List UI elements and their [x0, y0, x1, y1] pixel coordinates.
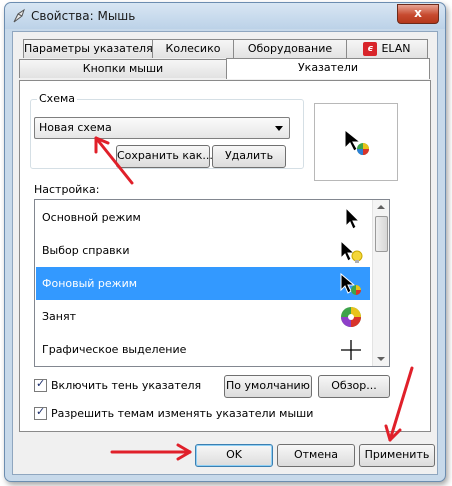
delete-button[interactable]: Удалить	[212, 145, 286, 168]
close-icon: x	[414, 6, 422, 20]
cursor-preview	[314, 103, 398, 181]
list-item-label: Фоновый режим	[42, 277, 138, 290]
list-scrollbar[interactable]	[372, 200, 389, 366]
tab-pointer-options[interactable]: Параметры указателя	[23, 39, 153, 58]
list-item[interactable]: Занят	[36, 300, 370, 333]
browse-label: Обзор...	[331, 379, 377, 392]
themes-checkbox-label: Разрешить темам изменять указатели мыши	[51, 407, 314, 420]
themes-checkbox-row[interactable]: ✓ Разрешить темам изменять указатели мыши	[34, 404, 314, 421]
busy-cursor-icon	[341, 307, 361, 327]
tab-label: Колесико	[165, 42, 221, 55]
title-bar[interactable]: Свойства: Мышь x	[5, 3, 445, 29]
close-button[interactable]: x	[397, 4, 439, 24]
themes-checkbox[interactable]: ✓	[34, 404, 47, 420]
tab-label: Указатели	[297, 61, 359, 74]
working-in-background-cursor-icon	[344, 128, 369, 155]
tab-label: ELAN	[381, 42, 411, 55]
list-item[interactable]: Графическое выделение	[36, 333, 370, 366]
list-item-label: Занят	[42, 310, 77, 323]
scheme-combobox[interactable]: Новая схема	[34, 117, 290, 139]
cancel-button[interactable]: Отмена	[277, 444, 355, 467]
mouse-app-icon	[13, 8, 25, 23]
use-default-label: По умолчанию	[226, 379, 310, 392]
scheme-selected-value: Новая схема	[39, 121, 112, 134]
tab-hardware[interactable]: Оборудование	[233, 39, 347, 58]
shadow-checkbox-label: Включить тень указателя	[51, 379, 202, 392]
settings-label: Настройка:	[34, 183, 100, 196]
checkmark-icon: ✓	[36, 404, 46, 418]
tab-pointers[interactable]: Указатели	[226, 58, 430, 79]
scheme-legend: Схема	[37, 92, 77, 105]
tab-wheel[interactable]: Колесико	[152, 39, 234, 58]
ok-label: OK	[226, 448, 242, 461]
help-select-cursor-icon	[340, 239, 363, 263]
list-item-label: Основной режим	[42, 211, 141, 224]
scroll-up-icon[interactable]	[377, 205, 385, 209]
arrow-cursor-icon	[345, 206, 361, 230]
tab-label: Кнопки мыши	[82, 62, 164, 75]
save-as-label: Сохранить как...	[117, 149, 213, 162]
cursor-settings-list[interactable]: Основной режим Выбор справки Фоновый реж…	[34, 199, 390, 367]
scroll-down-icon[interactable]	[377, 357, 385, 361]
tab-label: Параметры указателя	[24, 42, 153, 55]
tab-label: Оборудование	[247, 42, 333, 55]
apply-button[interactable]: Применить	[359, 444, 435, 467]
ok-button[interactable]: OK	[195, 444, 273, 467]
tab-mouse-buttons[interactable]: Кнопки мыши	[19, 59, 227, 78]
cancel-label: Отмена	[293, 448, 339, 461]
delete-label: Удалить	[224, 149, 274, 162]
tab-elan[interactable]: ϵ ELAN	[346, 39, 428, 58]
shadow-checkbox[interactable]: ✓	[34, 376, 47, 392]
apply-label: Применить	[364, 448, 430, 461]
chevron-down-icon[interactable]	[275, 126, 283, 131]
precision-select-cursor-icon	[341, 340, 361, 360]
browse-button[interactable]: Обзор...	[318, 375, 390, 398]
pointers-panel: Схема Новая схема Сохранить как... Удали…	[19, 80, 431, 432]
list-item-label: Графическое выделение	[42, 343, 187, 356]
window-title: Свойства: Мышь	[31, 9, 136, 23]
elan-logo-icon: ϵ	[363, 42, 378, 56]
list-item[interactable]: Выбор справки	[36, 234, 370, 267]
save-as-button[interactable]: Сохранить как...	[116, 145, 213, 168]
mouse-properties-window: Свойства: Мышь x Параметры указателя Кол…	[4, 2, 446, 482]
list-item[interactable]: Основной режим	[36, 201, 370, 234]
list-item-selected[interactable]: Фоновый режим	[36, 267, 370, 300]
scroll-thumb[interactable]	[375, 216, 388, 252]
list-item-label: Выбор справки	[42, 244, 130, 257]
shadow-checkbox-row[interactable]: ✓ Включить тень указателя	[34, 376, 202, 393]
checkmark-icon: ✓	[36, 376, 46, 390]
dialog-client-area: Параметры указателя Колесико Оборудовани…	[12, 31, 438, 475]
use-default-button[interactable]: По умолчанию	[224, 375, 312, 398]
working-in-background-cursor-icon	[340, 272, 361, 295]
